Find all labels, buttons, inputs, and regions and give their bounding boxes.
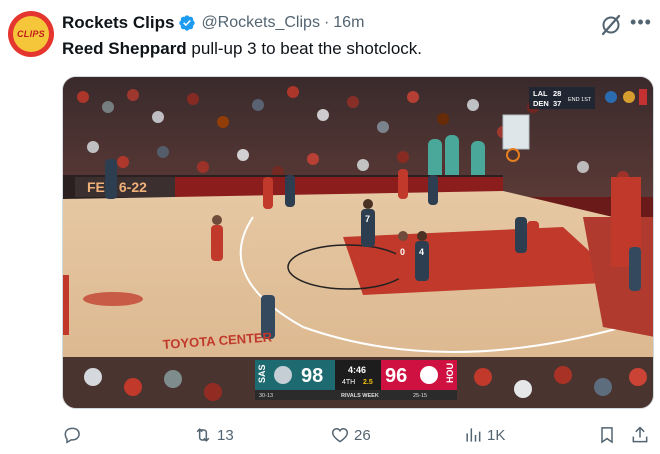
game-clock: 4:46 <box>348 365 366 375</box>
reply-button[interactable] <box>62 422 86 448</box>
views-button[interactable]: 1K <box>463 422 505 448</box>
tweet-text-body: pull-up 3 to beat the shotclock. <box>186 39 423 58</box>
referee <box>629 247 641 291</box>
bookmark-icon <box>601 427 613 444</box>
retweet-icon <box>196 428 210 442</box>
tweet-text-player: Reed Sheppard <box>62 39 187 58</box>
home-team-abbr: HOU <box>445 363 455 383</box>
ticker-team2: DEN <box>533 99 549 108</box>
center-court-logo <box>83 292 143 306</box>
player <box>263 177 273 209</box>
jersey-number: 4 <box>419 247 424 257</box>
player-head <box>398 231 408 241</box>
away-team-abbr: SAS <box>257 364 267 383</box>
video-player[interactable]: FEB 6-22 7 0 4 TOYOTA CENTER LAL 28 DEN … <box>62 76 654 409</box>
player <box>211 225 223 261</box>
rivals-week-banner: RIVALS WEEK <box>341 393 379 399</box>
tweet-text: Reed Sheppard pull-up 3 to beat the shot… <box>62 39 422 59</box>
share-icon <box>632 426 648 443</box>
ticker-score2: 37 <box>553 99 561 108</box>
author-display-name[interactable]: Rockets Clips <box>62 13 174 33</box>
header-separator: · <box>323 14 330 31</box>
retweet-count: 13 <box>217 426 234 444</box>
clips-logo: CLIPS <box>13 16 49 52</box>
retweet-button[interactable]: 13 <box>193 422 234 448</box>
player <box>515 217 527 253</box>
tweet-actions: 13 26 1K <box>62 422 654 448</box>
views-count: 1K <box>487 426 506 444</box>
ticker-score1: 28 <box>553 89 561 98</box>
network-logo-icon <box>605 91 617 103</box>
player <box>285 175 295 207</box>
score-bug: SAS 98 4:46 4TH 2.5 96 HOU 30-13 RIVALS … <box>255 360 457 400</box>
analytics-icon <box>466 428 481 442</box>
author-handle[interactable]: @Rockets_Clips <box>201 14 320 32</box>
nba-logo-icon <box>639 89 647 105</box>
spurs-logo-icon <box>274 366 292 384</box>
more-options-icon[interactable]: ••• <box>629 12 653 36</box>
backboard <box>502 114 530 150</box>
like-count: 26 <box>354 426 371 444</box>
player <box>105 159 117 199</box>
rockets-logo-icon <box>420 366 438 384</box>
arena-sign-text: FEB 6-22 <box>87 179 147 195</box>
tweet-header: Rockets Clips @Rockets_Clips · 16m <box>62 12 364 34</box>
tweet-timestamp[interactable]: 16m <box>333 14 364 32</box>
avatar-logo-text: CLIPS <box>16 29 45 39</box>
home-record: 25-15 <box>413 393 427 399</box>
ticker-team1: LAL <box>533 89 548 98</box>
heart-icon <box>331 427 349 443</box>
jersey-number: 7 <box>365 214 370 224</box>
network-logo-icon <box>623 91 635 103</box>
like-button[interactable]: 26 <box>330 422 371 448</box>
jersey-number: 0 <box>400 247 405 257</box>
reply-icon <box>64 427 80 444</box>
player <box>398 169 408 199</box>
game-quarter: 4TH <box>342 379 355 386</box>
left-wall <box>63 275 69 335</box>
author-avatar[interactable]: CLIPS <box>8 11 54 57</box>
player-head <box>417 231 427 241</box>
bookmark-button[interactable] <box>597 422 617 448</box>
ticker-period: END 1ST <box>568 97 592 103</box>
shot-clock: 2.5 <box>363 379 373 386</box>
away-record: 30-13 <box>259 393 273 399</box>
player-head <box>212 215 222 225</box>
player <box>428 175 438 205</box>
video-frame: FEB 6-22 7 0 4 TOYOTA CENTER LAL 28 DEN … <box>63 77 653 408</box>
away-score: 98 <box>301 365 323 387</box>
home-score: 96 <box>385 365 407 387</box>
verified-badge-icon <box>179 15 196 31</box>
player-head <box>363 199 373 209</box>
player <box>527 221 539 257</box>
share-button[interactable] <box>630 422 650 448</box>
grok-icon[interactable] <box>599 13 623 37</box>
